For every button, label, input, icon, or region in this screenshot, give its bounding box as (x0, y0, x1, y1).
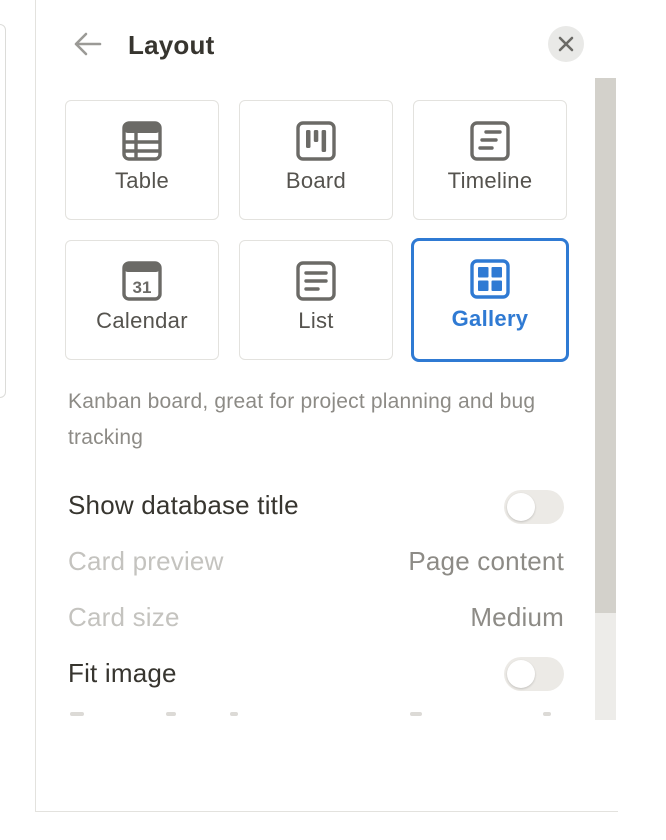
page-title: Layout (128, 30, 215, 60)
back-button[interactable] (70, 28, 104, 60)
card-preview-label: Card preview (68, 546, 224, 576)
layout-option-calendar[interactable]: 31 Calendar (65, 240, 219, 360)
card-size-value[interactable]: Medium (470, 602, 564, 633)
scrollbar-thumb[interactable] (595, 78, 616, 613)
timeline-icon (469, 120, 511, 162)
layout-option-board[interactable]: Board (239, 100, 393, 220)
layout-option-gallery[interactable]: Gallery (411, 238, 569, 362)
fit-image-toggle[interactable] (504, 657, 564, 691)
layout-option-table[interactable]: Table (65, 100, 219, 220)
show-title-toggle[interactable] (504, 490, 564, 524)
toggle-knob (507, 660, 535, 688)
card-size-label: Card size (68, 602, 180, 632)
list-icon (295, 260, 337, 302)
layout-option-label: Table (114, 168, 170, 193)
show-title-label: Show database title (68, 490, 299, 520)
close-icon (558, 36, 574, 52)
fit-image-label: Fit image (68, 658, 177, 688)
toggle-knob (507, 493, 535, 521)
layout-description: Kanban board, great for project planning… (68, 390, 536, 449)
clipped-next-setting-row (68, 712, 568, 722)
layout-option-label: Board (285, 168, 347, 193)
gallery-icon (469, 258, 511, 300)
arrow-left-icon (74, 32, 102, 56)
layout-option-label: Calendar (96, 308, 188, 333)
panel-bottom-border (36, 811, 618, 812)
table-icon (121, 120, 163, 162)
layout-option-label: Gallery (451, 306, 529, 331)
calendar-icon: 31 (121, 260, 163, 302)
layout-option-label: Timeline (447, 168, 533, 193)
layout-option-timeline[interactable]: Timeline (413, 100, 567, 220)
close-button[interactable] (548, 26, 584, 62)
panel-divider (35, 0, 36, 812)
card-preview-value[interactable]: Page content (408, 546, 564, 577)
calendar-icon-day: 31 (133, 278, 152, 297)
background-card-edge (0, 24, 6, 398)
layout-option-label: List (298, 308, 334, 333)
board-icon (295, 120, 337, 162)
layout-option-list[interactable]: List (239, 240, 393, 360)
